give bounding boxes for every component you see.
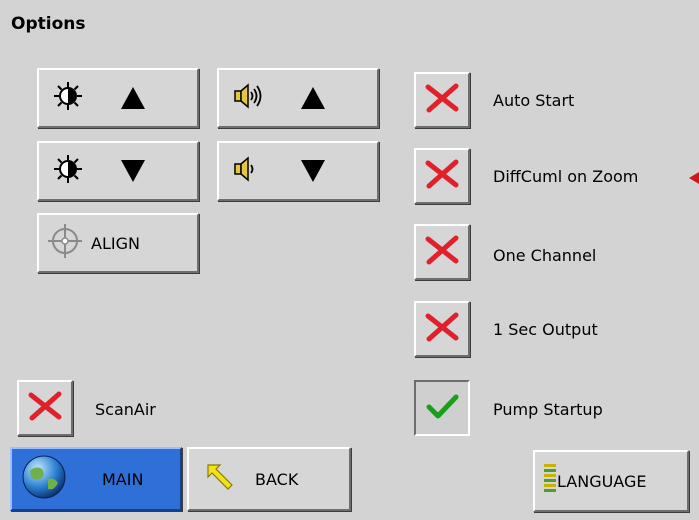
arrow-up-icon	[121, 87, 145, 109]
arrow-down-icon	[121, 160, 145, 182]
speaker-icon	[233, 83, 263, 113]
brightness-icon	[53, 81, 83, 115]
scanair-toggle[interactable]	[17, 380, 73, 436]
language-button[interactable]: LANGUAGE	[533, 450, 689, 512]
diffcuml-on-zoom-toggle[interactable]	[414, 148, 470, 204]
one-sec-output-toggle[interactable]	[414, 301, 470, 357]
one-sec-output-label: 1 Sec Output	[493, 320, 598, 339]
brightness-down-button[interactable]	[37, 141, 199, 201]
main-label: MAIN	[102, 469, 144, 489]
globe-icon	[20, 453, 68, 505]
pointer-arrow-icon	[689, 172, 699, 184]
arrow-down-icon	[301, 160, 325, 182]
volume-down-button[interactable]	[217, 141, 379, 201]
scanair-label: ScanAir	[95, 400, 156, 419]
auto-start-toggle[interactable]	[414, 72, 470, 128]
diffcuml-on-zoom-label: DiffCuml on Zoom	[493, 167, 639, 186]
speaker-icon	[233, 156, 263, 186]
x-mark-icon	[425, 159, 459, 193]
x-mark-icon	[425, 312, 459, 346]
one-channel-label: One Channel	[493, 246, 597, 265]
back-arrow-icon	[205, 462, 235, 496]
language-label: LANGUAGE	[557, 471, 647, 491]
page-title: Options	[11, 14, 86, 34]
brightness-icon	[53, 154, 83, 188]
main-button[interactable]: MAIN	[10, 447, 182, 511]
pump-startup-label: Pump Startup	[493, 400, 603, 419]
check-mark-icon	[425, 391, 459, 425]
pump-startup-toggle[interactable]	[414, 380, 470, 436]
x-mark-icon	[425, 83, 459, 117]
align-button[interactable]: ALIGN	[37, 213, 199, 273]
language-list-icon	[543, 462, 557, 500]
back-button[interactable]: BACK	[187, 447, 351, 511]
back-label: BACK	[255, 469, 299, 489]
crosshair-icon	[47, 223, 83, 263]
arrow-up-icon	[301, 87, 325, 109]
x-mark-icon	[28, 391, 62, 425]
brightness-up-button[interactable]	[37, 68, 199, 128]
x-mark-icon	[425, 235, 459, 269]
volume-up-button[interactable]	[217, 68, 379, 128]
one-channel-toggle[interactable]	[414, 224, 470, 280]
auto-start-label: Auto Start	[493, 91, 575, 110]
align-label: ALIGN	[91, 233, 140, 253]
